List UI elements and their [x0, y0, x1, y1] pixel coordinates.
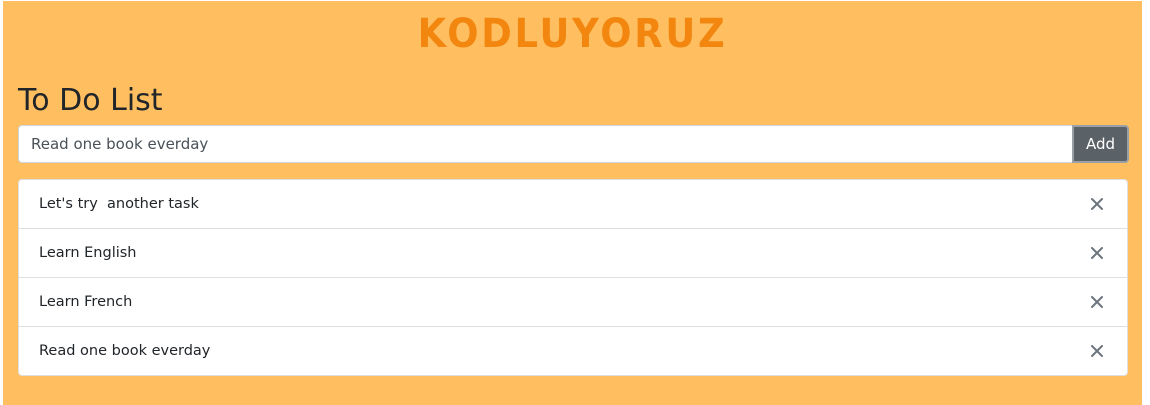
task-item[interactable]: Learn French — [19, 277, 1127, 326]
task-text: Learn English — [39, 245, 137, 261]
task-input-group: Add — [18, 125, 1129, 163]
add-button[interactable]: Add — [1072, 125, 1129, 163]
task-item[interactable]: Learn English — [19, 228, 1127, 277]
task-item[interactable]: Let's try another task — [19, 180, 1127, 228]
close-icon[interactable] — [1087, 292, 1107, 312]
page-background: KODLUYORUZ To Do List Add Let's try anot… — [3, 1, 1142, 405]
task-list: Let's try another task Learn English Lea… — [18, 179, 1128, 376]
task-item[interactable]: Read one book everday — [19, 326, 1127, 375]
task-text: Read one book everday — [39, 343, 211, 359]
kodluyoruz-logo: KODLUYORUZ — [417, 11, 728, 57]
task-input[interactable] — [18, 125, 1072, 163]
close-icon[interactable] — [1087, 341, 1107, 361]
page-title: To Do List — [18, 83, 163, 118]
close-icon[interactable] — [1087, 243, 1107, 263]
task-text: Learn French — [39, 294, 133, 310]
close-icon[interactable] — [1087, 194, 1107, 214]
task-text: Let's try another task — [39, 196, 199, 212]
